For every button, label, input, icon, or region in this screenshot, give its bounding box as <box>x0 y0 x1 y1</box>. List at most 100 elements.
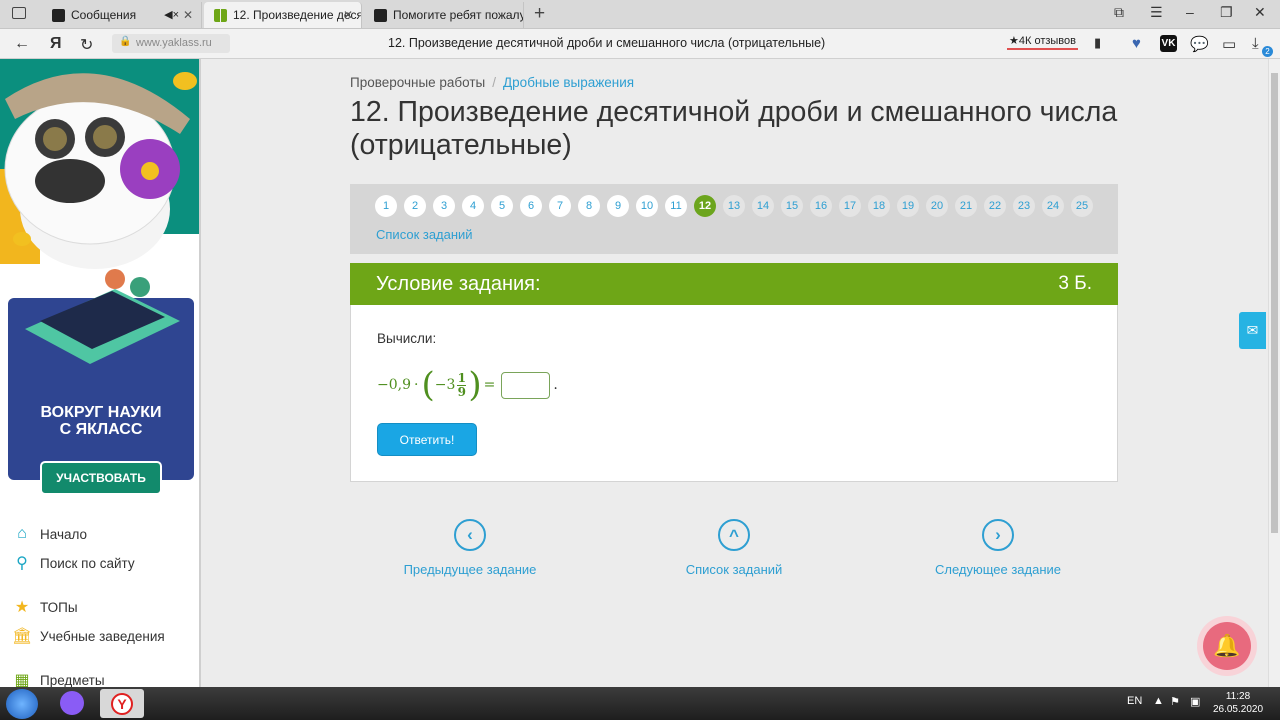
star-icon: ★ <box>14 599 30 616</box>
pager-item[interactable]: 15 <box>781 195 803 217</box>
breadcrumb-item-fraction-expressions[interactable]: Дробные выражения <box>503 75 634 90</box>
answer-input[interactable] <box>501 371 551 399</box>
pager-item[interactable]: 1 <box>375 195 397 217</box>
pager-item[interactable]: 6 <box>520 195 542 217</box>
tab-menu-icon[interactable] <box>12 7 26 19</box>
vk-icon[interactable]: VK <box>1160 35 1177 52</box>
fraction-numerator: 1 <box>457 370 467 385</box>
pager-item[interactable]: 22 <box>984 195 1006 217</box>
tray-arrow-icon[interactable]: ▲ <box>1153 695 1164 707</box>
pager-item[interactable]: 8 <box>578 195 600 217</box>
maximize-icon[interactable]: ❐ <box>1220 4 1233 21</box>
tab-help-question[interactable]: Помогите ребят пожалуйс <box>364 2 524 28</box>
pager-item[interactable]: 11 <box>665 195 687 217</box>
feedback-mail-icon[interactable]: ✉ <box>1239 312 1266 349</box>
download-icon[interactable]: ⤓ <box>1252 35 1259 52</box>
alice-app-icon[interactable] <box>50 689 94 718</box>
period: . <box>553 377 558 393</box>
institution-icon: 🏛 <box>12 628 33 645</box>
clock-time: 11:28 <box>1225 691 1251 702</box>
tab-yaklass[interactable]: 12. Произведение десяти ✕ <box>204 2 362 28</box>
close-window-icon[interactable]: ✕ <box>1254 4 1266 21</box>
pager-item[interactable]: 10 <box>636 195 658 217</box>
yandex-logo-icon[interactable]: Я <box>50 35 62 53</box>
tab-messages[interactable]: Сообщения ◀× ✕ <box>42 2 202 28</box>
pager-item[interactable]: 17 <box>839 195 861 217</box>
task-list-link[interactable]: Список заданий <box>376 227 473 242</box>
chat-icon[interactable]: 💬 <box>1190 35 1209 53</box>
task-body: Вычисли: −0,9 · ( −3 1 9 ) = . Ответить! <box>350 305 1118 482</box>
pager-item[interactable]: 25 <box>1071 195 1093 217</box>
pager-item[interactable]: 21 <box>955 195 977 217</box>
task-list-nav-link[interactable]: ^ Список заданий <box>649 519 819 577</box>
downloads-count-badge: 2 <box>1262 46 1273 57</box>
left-sidebar: ВОКРУГ НАУКИ С ЯКЛАСС УЧАСТВОВАТЬ ⌂ Нача… <box>0 59 201 687</box>
pager-item[interactable]: 4 <box>462 195 484 217</box>
task-header: Условие задания: 3 Б. <box>350 263 1118 305</box>
previous-task-label: Предыдущее задание <box>403 562 537 577</box>
subjects-icon: ▦ <box>14 672 30 687</box>
language-indicator[interactable]: EN <box>1127 695 1142 707</box>
page-scrollbar[interactable] <box>1268 59 1280 687</box>
task-header-title: Условие задания: <box>376 273 541 295</box>
chevron-left-icon: ‹ <box>454 519 486 551</box>
bookmarks-icon[interactable]: ⧉ <box>1114 4 1124 21</box>
heart-icon[interactable]: ♥ <box>1132 35 1141 52</box>
new-tab-icon[interactable]: + <box>534 3 545 25</box>
browser-tab-bar: Сообщения ◀× ✕ 12. Произведение десяти ✕… <box>0 0 1280 29</box>
sidebar-item-tops[interactable]: ★ ТОПы <box>12 597 78 617</box>
hamburger-menu-icon[interactable]: ☰ <box>1150 4 1163 21</box>
yandex-browser-app-icon[interactable]: Y <box>100 689 144 718</box>
clock-date: 26.05.2020 <box>1212 704 1264 715</box>
tab-title: Помогите ребят пожалуйс <box>393 8 524 22</box>
pager-item[interactable]: 3 <box>433 195 455 217</box>
network-icon[interactable]: ⚑ <box>1170 695 1180 708</box>
fraction: 1 9 <box>457 370 467 399</box>
submit-answer-button[interactable]: Ответить! <box>377 423 477 456</box>
breadcrumb-item-tests[interactable]: Проверочные работы <box>350 75 485 90</box>
sidebar-item-institutions[interactable]: 🏛 Учебные заведения <box>12 626 165 646</box>
bell-icon: 🔔 <box>1203 622 1251 670</box>
sidebar-item-home[interactable]: ⌂ Начало <box>12 525 87 543</box>
sidebar-item-label: ТОПы <box>40 599 78 615</box>
equals-sign: = <box>483 377 496 393</box>
start-button-icon[interactable] <box>6 689 38 719</box>
speaker-muted-icon[interactable]: ◀× <box>164 8 179 21</box>
pager-item[interactable]: 9 <box>607 195 629 217</box>
pager-item[interactable]: 16 <box>810 195 832 217</box>
first-factor: −0,9 <box>377 377 411 393</box>
mascot-dog-illustration <box>0 72 197 269</box>
minimize-icon[interactable]: – <box>1186 4 1194 20</box>
pager-item[interactable]: 12 <box>694 195 716 217</box>
bookmark-icon[interactable]: ▮ <box>1094 35 1101 51</box>
chevron-up-icon: ^ <box>718 519 750 551</box>
sidebar-item-subjects[interactable]: ▦ Предметы <box>12 670 104 687</box>
pager-item[interactable]: 5 <box>491 195 513 217</box>
pager-item[interactable]: 20 <box>926 195 948 217</box>
pager-item[interactable]: 2 <box>404 195 426 217</box>
pager-item[interactable]: 14 <box>752 195 774 217</box>
pager-item[interactable]: 19 <box>897 195 919 217</box>
notification-bell-button[interactable]: 🔔 <box>1197 616 1257 676</box>
pager-item[interactable]: 24 <box>1042 195 1064 217</box>
pager-item[interactable]: 23 <box>1013 195 1035 217</box>
close-icon[interactable]: ✕ <box>343 8 353 22</box>
display-icon[interactable]: ▣ <box>1190 695 1200 708</box>
reload-icon[interactable]: ↻ <box>80 35 93 55</box>
next-task-link[interactable]: › Следующее задание <box>913 519 1083 577</box>
back-arrow-icon[interactable]: ← <box>14 35 30 53</box>
taskbar-clock[interactable]: 11:28 26.05.2020 <box>1212 690 1264 716</box>
url-field[interactable]: 🔒 www.yaklass.ru <box>112 34 230 53</box>
sidebar-item-search[interactable]: ⚲ Поиск по сайту <box>12 553 134 573</box>
reviews-badge[interactable]: ★4К отзывов <box>1007 34 1078 50</box>
znanija-favicon-icon <box>374 8 387 22</box>
previous-task-link[interactable]: ‹ Предыдущее задание <box>385 519 555 577</box>
pager-item[interactable]: 18 <box>868 195 890 217</box>
tab-title: Сообщения <box>71 8 137 22</box>
pager-item[interactable]: 13 <box>723 195 745 217</box>
scrollbar-thumb[interactable] <box>1271 73 1278 533</box>
close-icon[interactable]: ✕ <box>183 8 193 22</box>
pager-item[interactable]: 7 <box>549 195 571 217</box>
participate-button[interactable]: УЧАСТВОВАТЬ <box>40 461 162 495</box>
card-icon[interactable]: ▭ <box>1222 35 1236 53</box>
